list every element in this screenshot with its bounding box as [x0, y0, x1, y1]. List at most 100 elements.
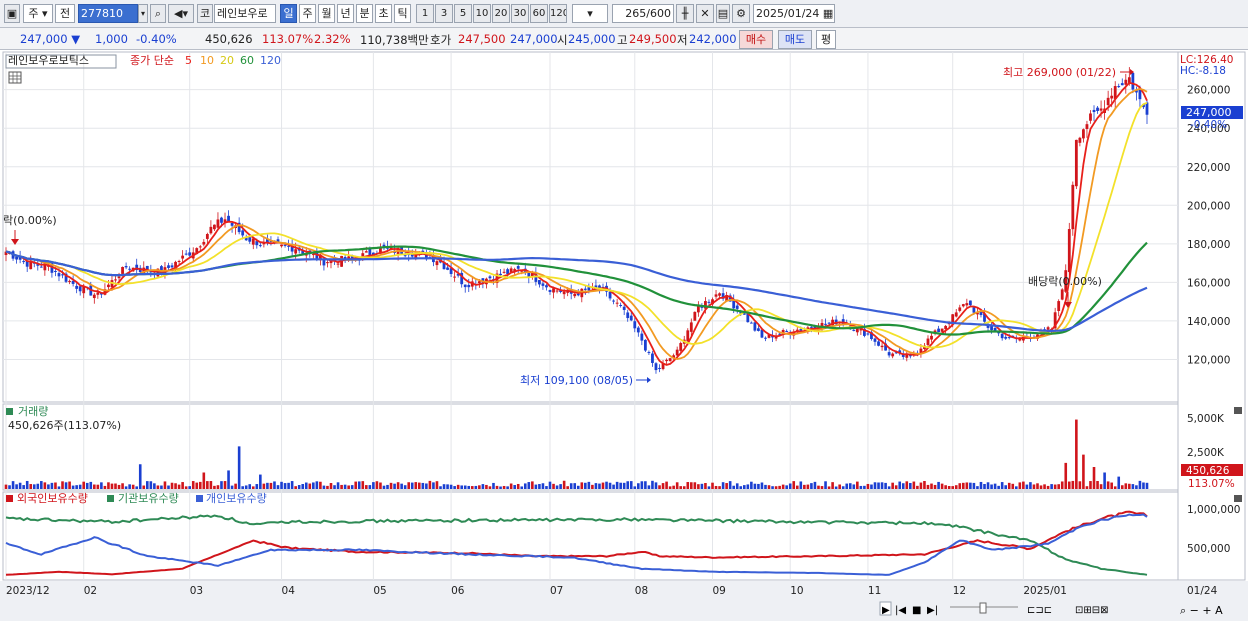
volume-bar: [177, 484, 181, 489]
price-tick: 140,000: [1187, 316, 1230, 328]
volume-bar: [622, 482, 626, 489]
volume-bar: [764, 484, 767, 489]
volume-bar: [898, 481, 902, 489]
candle-body: [1078, 137, 1082, 143]
legend-institution: 기관보유수량: [118, 492, 179, 505]
candle-body: [107, 284, 110, 288]
volume-bar: [15, 484, 18, 489]
volume-bar: [937, 481, 940, 489]
volume-bar: [714, 485, 718, 489]
volume-bar: [326, 485, 329, 489]
volume-bar: [626, 481, 630, 489]
volume-bar: [379, 482, 382, 489]
date-tick: 12: [953, 585, 966, 597]
candle-body: [887, 352, 891, 356]
candle-body: [1120, 83, 1124, 86]
volume-bar: [1007, 482, 1011, 489]
stop-icon[interactable]: ■: [912, 605, 921, 616]
candle-body: [668, 358, 672, 361]
candle-body: [1092, 109, 1096, 113]
volume-bar: [103, 485, 107, 489]
candle-body: [940, 328, 944, 332]
volume-close-icon[interactable]: [1234, 407, 1242, 414]
volume-bar: [8, 485, 11, 489]
volume-bar: [880, 482, 884, 489]
candle-body: [15, 256, 18, 260]
hc-label: HC:-8.18: [1180, 65, 1226, 77]
zoom-icons[interactable]: ⌕ − + A: [1180, 604, 1223, 617]
candle-body: [202, 241, 206, 245]
volume-bar: [785, 485, 788, 489]
volume-bar: [1096, 480, 1099, 489]
volume-bar: [195, 482, 199, 489]
candle-body: [326, 262, 329, 264]
volume-bar: [220, 481, 223, 489]
volume-bar: [820, 486, 824, 489]
candle-body: [205, 233, 209, 239]
volume-bar: [1082, 454, 1085, 489]
candle-body: [1046, 327, 1050, 330]
volume-bar: [576, 485, 580, 489]
volume-bar: [859, 485, 863, 489]
volume-bar: [983, 483, 986, 489]
volume-bar: [36, 483, 40, 489]
volume-bar: [474, 485, 478, 489]
chart-title: 레인보우로보틱스: [8, 54, 89, 67]
volume-bar: [340, 484, 343, 489]
date-tick: 06: [451, 585, 465, 597]
volume-bar: [227, 470, 230, 489]
candle-body: [636, 327, 640, 333]
candle-body: [1099, 108, 1103, 111]
volume-bar: [428, 480, 432, 489]
volume-bar: [788, 483, 792, 489]
volume-bar: [481, 484, 485, 489]
price-tick: 200,000: [1187, 200, 1230, 212]
first-icon[interactable]: |◀: [895, 605, 906, 616]
volume-bar: [61, 481, 64, 489]
volume-bar: [619, 482, 622, 489]
volume-bar: [969, 482, 972, 489]
candle-body: [1131, 72, 1135, 90]
volume-bar: [767, 485, 771, 489]
candle-body: [121, 267, 124, 274]
holdings-close-icon[interactable]: [1234, 495, 1242, 502]
view-icon[interactable]: ⊏⊐⊏: [1027, 605, 1052, 616]
volume-bar: [68, 481, 71, 489]
candle-body: [209, 226, 213, 234]
volume-bar: [280, 481, 283, 489]
table-icon[interactable]: [8, 71, 22, 84]
volume-bar: [414, 482, 418, 489]
volume-bar: [1103, 472, 1106, 489]
candle-body: [926, 338, 930, 345]
candle-body: [213, 224, 216, 230]
last-icon[interactable]: ▶|: [927, 605, 938, 616]
volume-bar: [456, 484, 460, 489]
legend-label: 종가 단순: [130, 54, 174, 67]
volume-bar: [735, 483, 739, 489]
volume-bar: [848, 483, 852, 489]
candle-body: [92, 294, 96, 299]
volume-bar: [368, 485, 372, 489]
candle-body: [693, 311, 697, 321]
candle-body: [248, 237, 252, 242]
volume-bar: [682, 486, 686, 489]
candle-body: [972, 307, 976, 313]
volume-bar: [827, 486, 831, 489]
volume-bar: [463, 485, 467, 489]
holdings-tick-1000000: 1,000,000: [1187, 504, 1240, 516]
chart-area[interactable]: 120,000 140,000 160,000 180,000 200,000 220,0…: [0, 0, 1248, 621]
legend-ma10: 10: [200, 54, 214, 67]
tools-icon[interactable]: ⊡⊞⊟⊠: [1075, 605, 1109, 616]
volume-bar: [89, 481, 93, 489]
volume-bar: [40, 481, 43, 489]
volume-bar: [651, 480, 654, 489]
volume-bar: [538, 484, 541, 489]
volume-bar: [806, 484, 810, 489]
zoom-slider-handle[interactable]: [979, 602, 987, 614]
volume-bar: [75, 485, 78, 489]
volume-bar: [523, 483, 527, 489]
volume-bar: [470, 486, 474, 489]
volume-bar: [117, 484, 121, 489]
volume-bar: [1131, 484, 1135, 489]
volume-bar: [32, 484, 36, 489]
